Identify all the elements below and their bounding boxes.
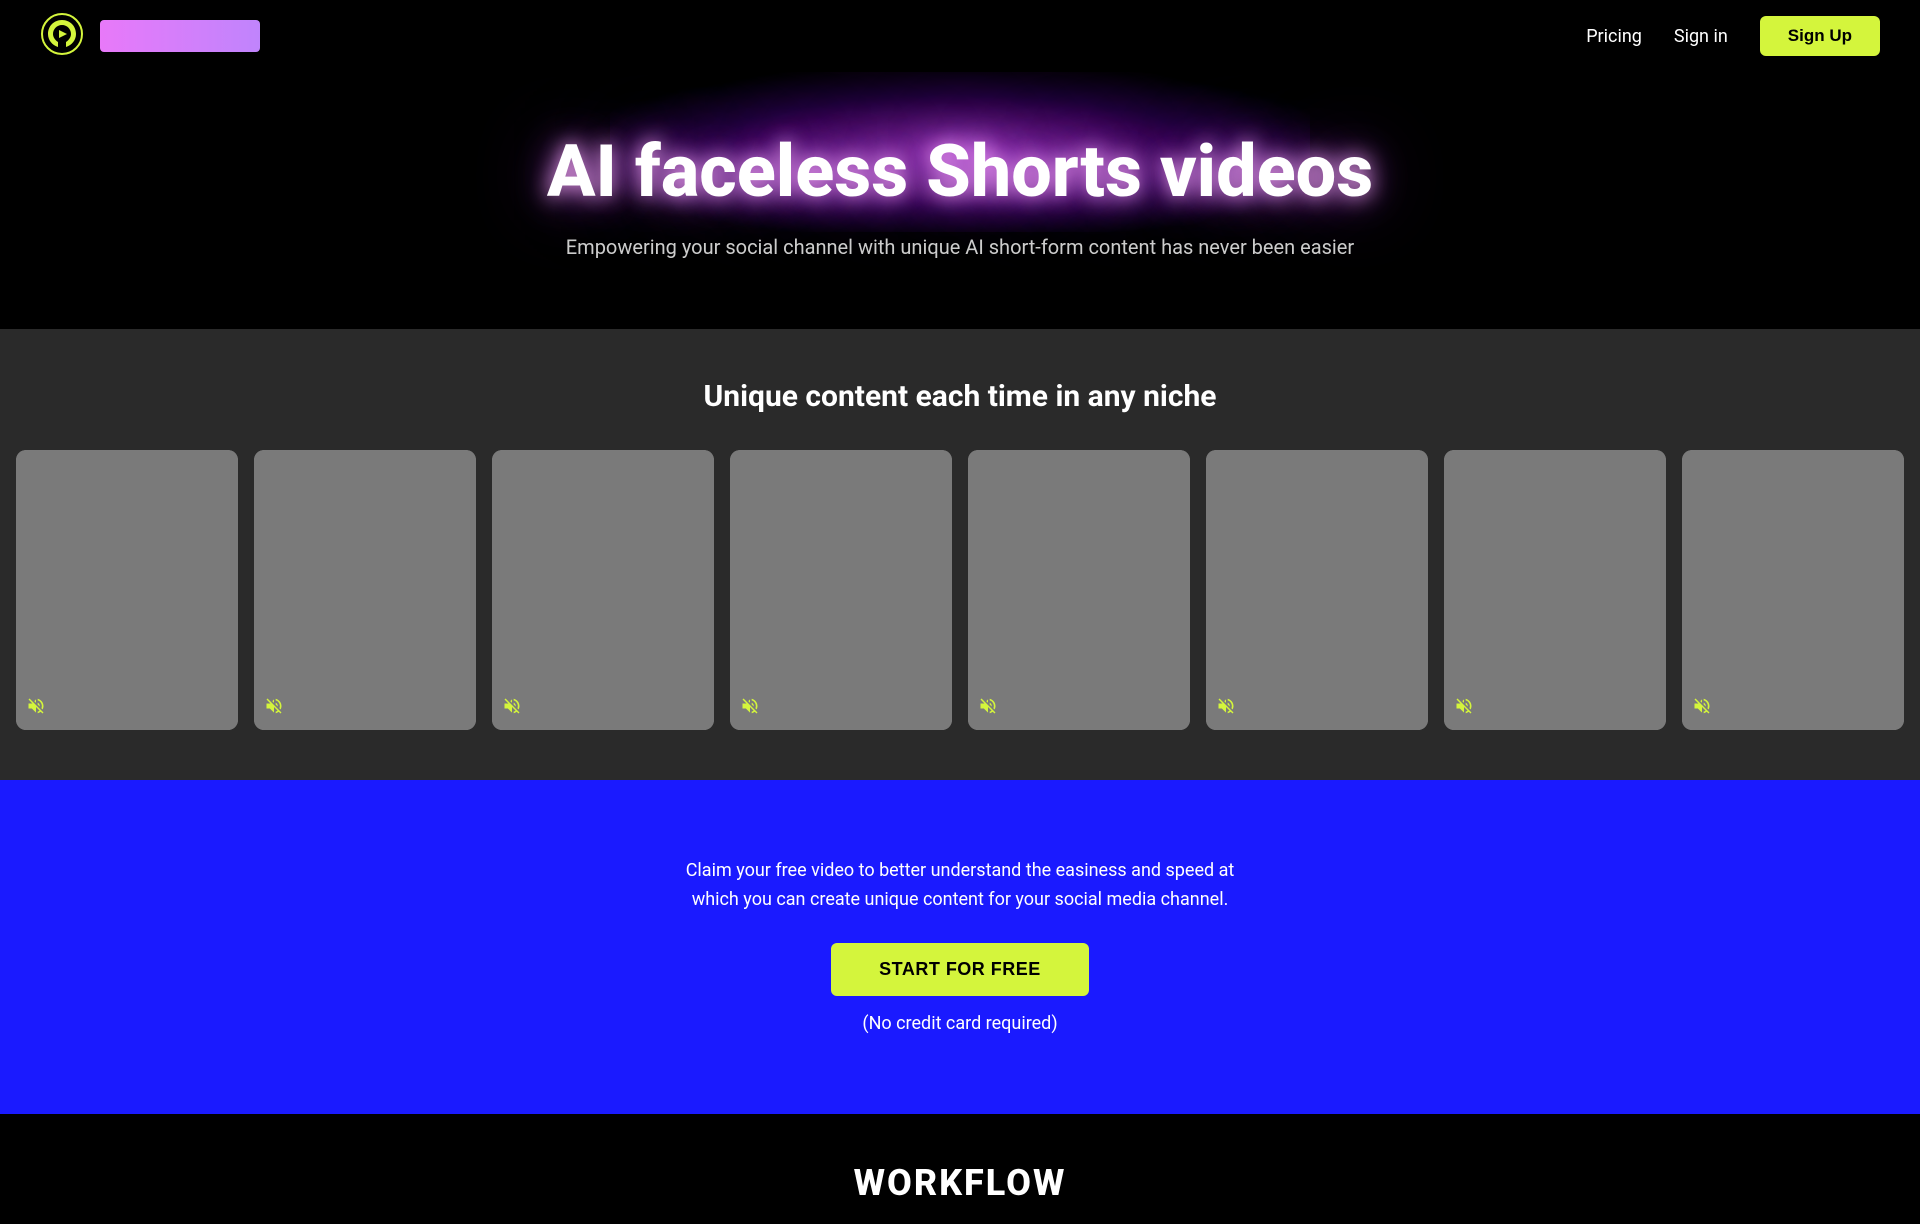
video-thumbnail (16, 450, 238, 730)
workflow-section: WORKFLOW (0, 1114, 1920, 1224)
video-thumbnail (730, 450, 952, 730)
cta-banner: Claim your free video to better understa… (0, 780, 1920, 1114)
signup-button[interactable]: Sign Up (1760, 16, 1880, 56)
workflow-heading: WORKFLOW (40, 1162, 1880, 1204)
video-thumbnail (1206, 450, 1428, 730)
video-card (492, 450, 714, 730)
video-card (1206, 450, 1428, 730)
video-card (16, 450, 238, 730)
nav-right: Pricing Sign in Sign Up (1586, 16, 1880, 56)
mute-icon[interactable] (740, 696, 760, 720)
mute-icon[interactable] (502, 696, 522, 720)
video-card (968, 450, 1190, 730)
cta-description: Claim your free video to better understa… (40, 828, 1880, 914)
video-section-heading: Unique content each time in any niche (0, 379, 1920, 414)
mute-icon[interactable] (1692, 696, 1712, 720)
mute-icon[interactable] (1216, 696, 1236, 720)
mute-icon[interactable] (264, 696, 284, 720)
nav-left (40, 12, 260, 60)
video-grid (0, 450, 1920, 730)
pricing-link[interactable]: Pricing (1586, 26, 1642, 47)
video-card (254, 450, 476, 730)
mute-icon[interactable] (26, 696, 46, 720)
video-thumbnail (968, 450, 1190, 730)
video-section: Unique content each time in any niche (0, 329, 1920, 780)
video-thumbnail (492, 450, 714, 730)
hero-subheadline: Empowering your social channel with uniq… (40, 235, 1880, 259)
start-free-button[interactable]: START FOR FREE (831, 943, 1089, 996)
hero-section: AI faceless Shorts videos Empowering you… (0, 72, 1920, 329)
hero-headline: AI faceless Shorts videos (40, 132, 1880, 211)
logo-text (100, 20, 260, 52)
cta-sub-label: (No credit card required) (40, 1010, 1880, 1039)
video-card (1444, 450, 1666, 730)
video-thumbnail (1444, 450, 1666, 730)
mute-icon[interactable] (978, 696, 998, 720)
navbar: Pricing Sign in Sign Up (0, 0, 1920, 72)
mute-icon[interactable] (1454, 696, 1474, 720)
signin-link[interactable]: Sign in (1674, 26, 1728, 47)
video-thumbnail (1682, 450, 1904, 730)
video-thumbnail (254, 450, 476, 730)
video-card (1682, 450, 1904, 730)
logo-icon (40, 12, 84, 60)
video-card (730, 450, 952, 730)
